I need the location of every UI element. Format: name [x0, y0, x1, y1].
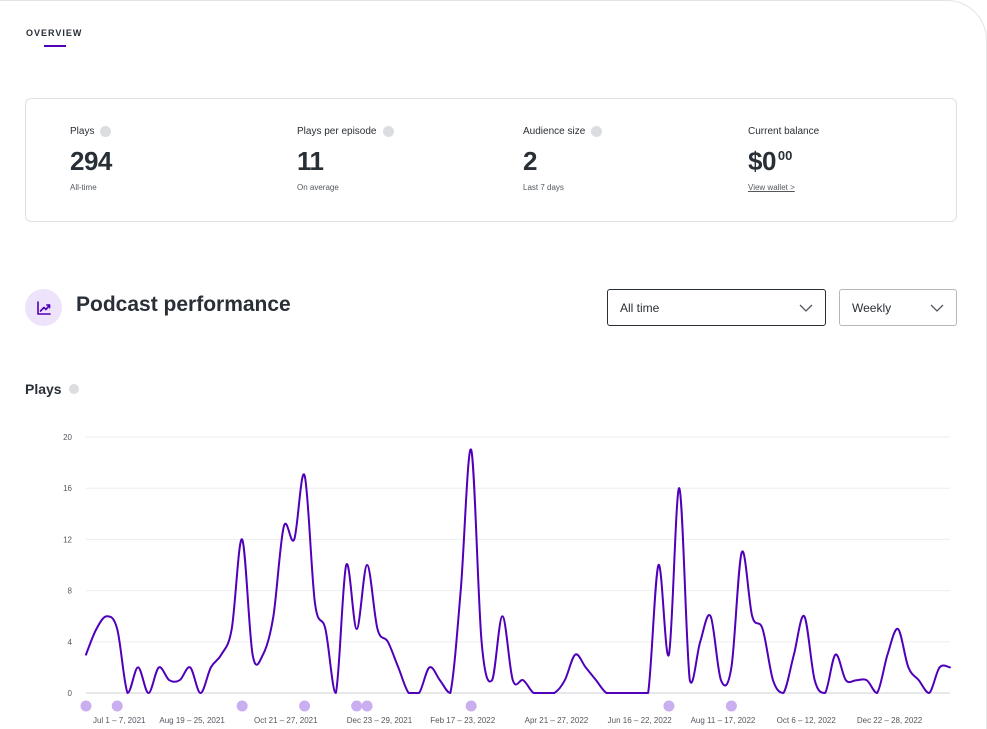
balance-dollars: $0 — [748, 146, 776, 176]
stat-label: Current balance — [748, 126, 820, 137]
stat-current-balance: Current balance $0 00 View wallet > — [748, 126, 819, 195]
stat-value: 294 — [70, 146, 112, 176]
x-tick-label: Jun 16 – 22, 2022 — [608, 716, 673, 725]
episode-marker — [361, 700, 373, 712]
tab-active-indicator — [44, 45, 66, 47]
x-tick-label: Feb 17 – 23, 2022 — [430, 716, 495, 725]
episode-marker — [465, 700, 477, 712]
stat-label: Plays per episode — [297, 126, 377, 137]
y-tick-label: 20 — [63, 433, 72, 442]
y-tick-label: 4 — [68, 638, 73, 647]
plays-heading: Plays — [25, 381, 79, 397]
y-tick-label: 8 — [68, 587, 73, 596]
view-wallet-link[interactable]: View wallet > — [748, 183, 795, 192]
y-tick-label: 0 — [68, 689, 73, 698]
x-tick-label: Apr 21 – 27, 2022 — [525, 716, 589, 725]
tab-overview[interactable]: OVERVIEW — [26, 28, 82, 38]
info-icon[interactable] — [68, 384, 79, 394]
plays-heading-label: Plays — [25, 381, 62, 397]
date-range-value: All time — [620, 300, 660, 315]
x-tick-label: Jul 1 – 7, 2021 — [93, 716, 146, 725]
episode-marker — [725, 700, 737, 712]
info-icon[interactable] — [382, 126, 394, 137]
interval-value: Weekly — [852, 300, 892, 315]
y-tick-label: 12 — [63, 535, 72, 544]
stats-card: Plays 294 All-time Plays per episode 11 … — [25, 98, 957, 222]
balance-cents: 00 — [777, 148, 793, 163]
series-line — [85, 448, 951, 694]
x-tick-label: Oct 6 – 12, 2022 — [777, 716, 837, 725]
stat-caption: All-time — [70, 183, 97, 192]
chevron-down-icon — [799, 304, 813, 312]
episode-marker — [663, 700, 675, 712]
stat-value: 2 — [523, 146, 537, 176]
section-title: Podcast performance — [76, 293, 291, 316]
stat-caption: On average — [297, 183, 339, 192]
episode-marker — [236, 700, 248, 712]
info-icon[interactable] — [591, 126, 603, 137]
info-icon[interactable] — [100, 126, 112, 137]
date-range-select[interactable]: All time — [607, 289, 826, 326]
interval-select[interactable]: Weekly — [839, 289, 957, 326]
chevron-down-icon — [930, 304, 944, 312]
stat-label: Audience size — [523, 126, 586, 137]
stat-label: Plays — [70, 126, 95, 137]
stat-value: 11 — [297, 146, 324, 176]
trend-chart-icon — [25, 289, 62, 326]
plays-line-chart: 0 4 8 12 16 20 Jul 1 – 7, 2021 Aug 19 – 25, 202… — [63, 433, 951, 725]
stat-audience-size: Audience size 2 Last 7 days — [523, 126, 603, 192]
y-tick-label: 16 — [63, 484, 72, 493]
stat-plays: Plays 294 All-time — [70, 126, 112, 192]
episode-marker — [299, 700, 311, 712]
episode-marker — [111, 700, 123, 712]
episode-marker — [80, 700, 92, 712]
stat-plays-per-episode: Plays per episode 11 On average — [297, 126, 394, 192]
stat-caption: Last 7 days — [523, 183, 564, 192]
stat-value: $0 00 — [748, 146, 819, 177]
x-tick-label: Dec 22 – 28, 2022 — [857, 716, 923, 725]
overview-panel: OVERVIEW Plays 294 All-time Plays per ep… — [0, 0, 987, 729]
x-tick-label: Oct 21 – 27, 2021 — [254, 716, 318, 725]
x-tick-label: Aug 19 – 25, 2021 — [159, 716, 225, 725]
episode-marker — [351, 700, 363, 712]
x-tick-label: Dec 23 – 29, 2021 — [347, 716, 413, 725]
x-tick-label: Aug 11 – 17, 2022 — [691, 716, 756, 725]
